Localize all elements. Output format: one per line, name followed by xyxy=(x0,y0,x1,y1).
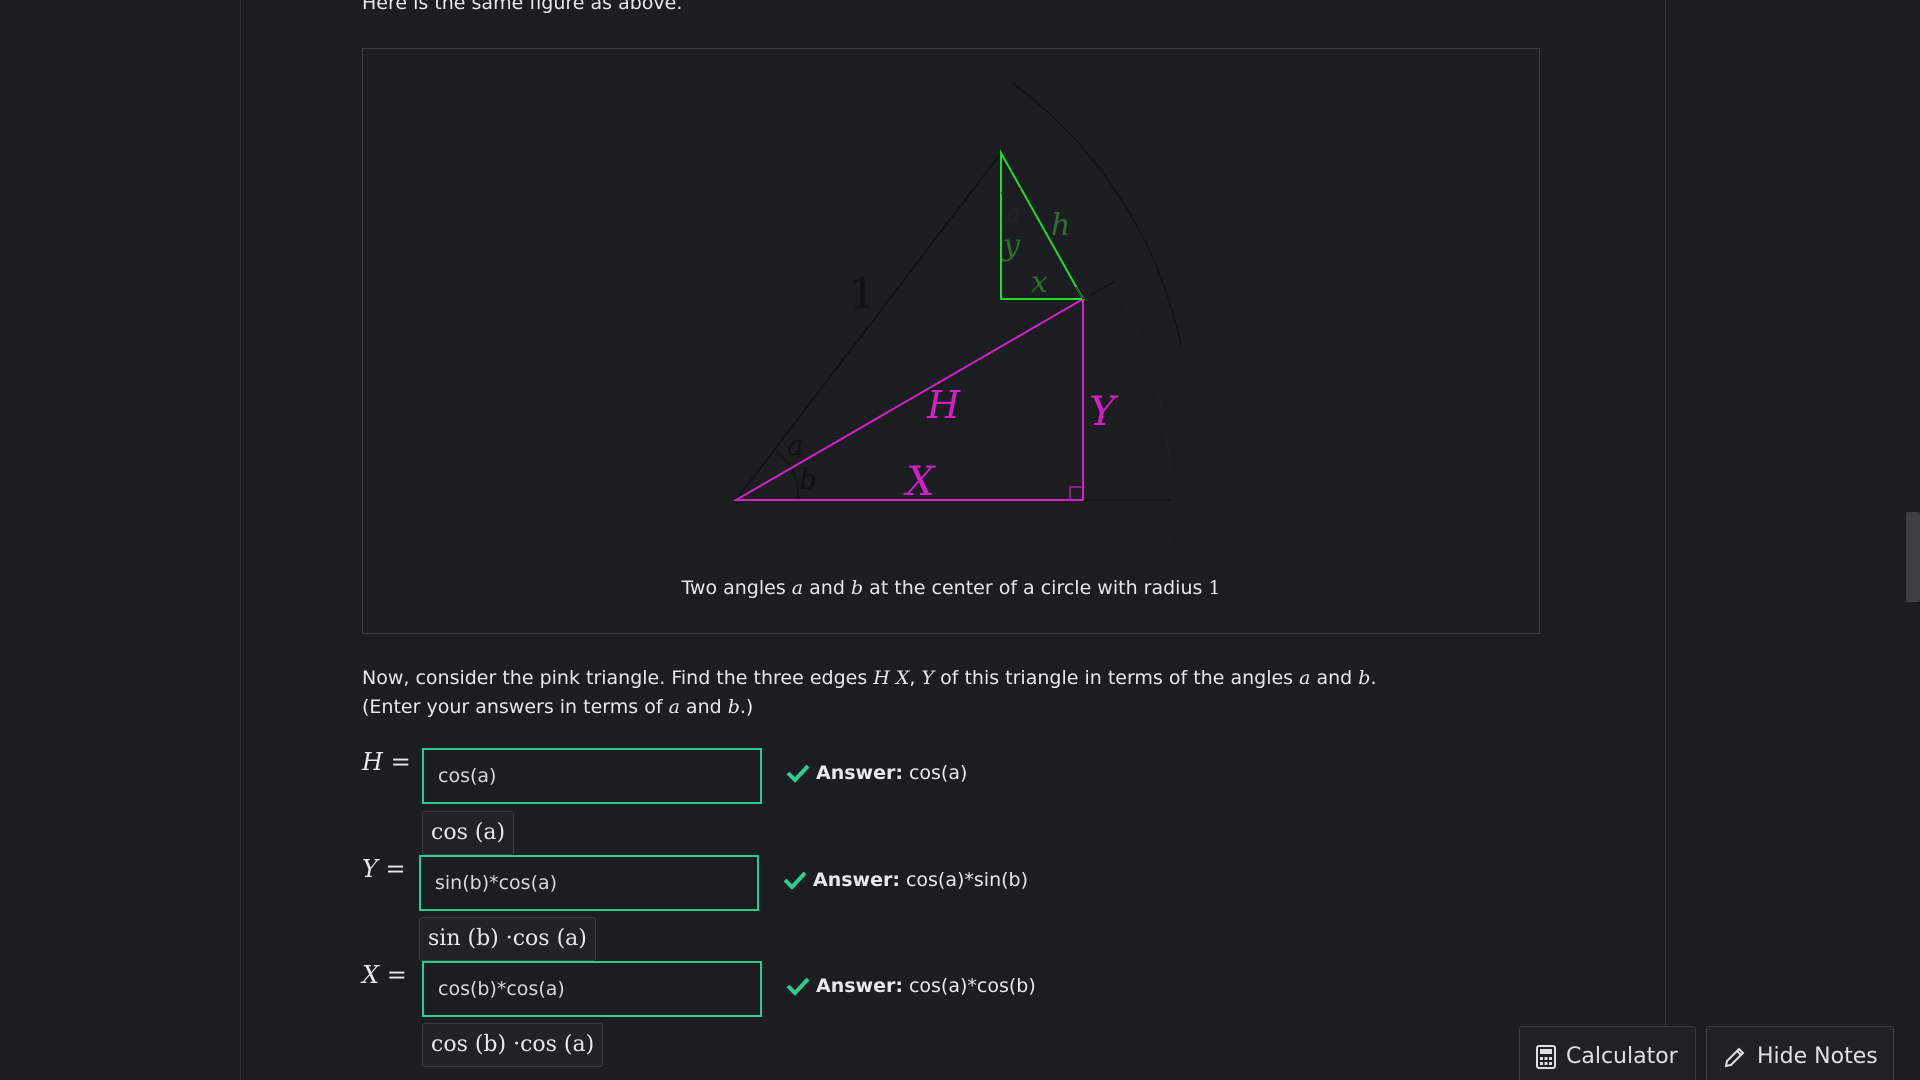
radius-line xyxy=(735,152,1002,501)
check-icon xyxy=(783,871,807,890)
h-preview: cos (a) xyxy=(422,811,515,855)
pink-right-angle xyxy=(1069,486,1083,500)
h-answer: Answer: cos(a) xyxy=(786,762,967,784)
label-angle-a-top: a xyxy=(1007,203,1020,228)
label-big-X: X xyxy=(903,459,936,505)
h-extension xyxy=(1082,281,1115,300)
label-small-y: y xyxy=(1001,228,1021,263)
label-big-Y: Y xyxy=(1089,389,1119,435)
calculator-button[interactable]: Calculator xyxy=(1519,1026,1696,1080)
figure-caption: Two angles a and b at the center of a ci… xyxy=(681,577,1221,599)
problem-line-1: Now, consider the pink triangle. Find th… xyxy=(362,667,1377,689)
figure-box: 1 a b a y h x H X Y Two angles a and b a… xyxy=(362,48,1540,634)
page: Here is the same figure as above. 1 a b … xyxy=(0,0,1920,1080)
label-angle-a: a xyxy=(787,429,804,462)
h-input[interactable] xyxy=(422,748,762,804)
var-label-h: H = xyxy=(362,748,411,776)
angle-arc-top xyxy=(1000,187,1022,194)
label-radius: 1 xyxy=(849,269,876,318)
y-input[interactable] xyxy=(419,855,759,911)
x-answer: Answer: cos(a)*cos(b) xyxy=(786,975,1036,997)
scrollbar[interactable] xyxy=(1906,0,1920,1080)
x-input[interactable] xyxy=(422,961,762,1017)
pencil-icon xyxy=(1723,1045,1747,1069)
hide-notes-button[interactable]: Hide Notes xyxy=(1706,1026,1894,1080)
calculator-label: Calculator xyxy=(1566,1044,1678,1069)
intro-text: Here is the same figure as above. xyxy=(362,0,683,14)
scrollbar-thumb[interactable] xyxy=(1906,512,1920,602)
problem-text: Now, consider the pink triangle. Find th… xyxy=(362,664,1376,722)
angle-arc-b xyxy=(791,469,799,501)
problem-line-2: (Enter your answers in terms of a and b.… xyxy=(362,696,754,718)
x-preview: cos (b) ·cos (a) xyxy=(422,1023,604,1067)
y-preview: sin (b) ·cos (a) xyxy=(419,917,596,961)
calculator-icon xyxy=(1536,1044,1556,1069)
check-icon xyxy=(786,764,810,783)
var-label-x: X = xyxy=(362,961,407,989)
check-icon xyxy=(786,977,810,996)
figure-drawing: 1 a b a y h x H X Y xyxy=(732,88,1173,550)
label-angle-b: b xyxy=(799,463,817,496)
label-small-h: h xyxy=(1051,208,1070,243)
label-small-x: x xyxy=(1031,265,1048,300)
y-answer: Answer: cos(a)*sin(b) xyxy=(783,869,1028,891)
var-label-y: Y = xyxy=(362,855,406,883)
label-big-H: H xyxy=(926,383,961,427)
hide-notes-label: Hide Notes xyxy=(1757,1044,1878,1069)
